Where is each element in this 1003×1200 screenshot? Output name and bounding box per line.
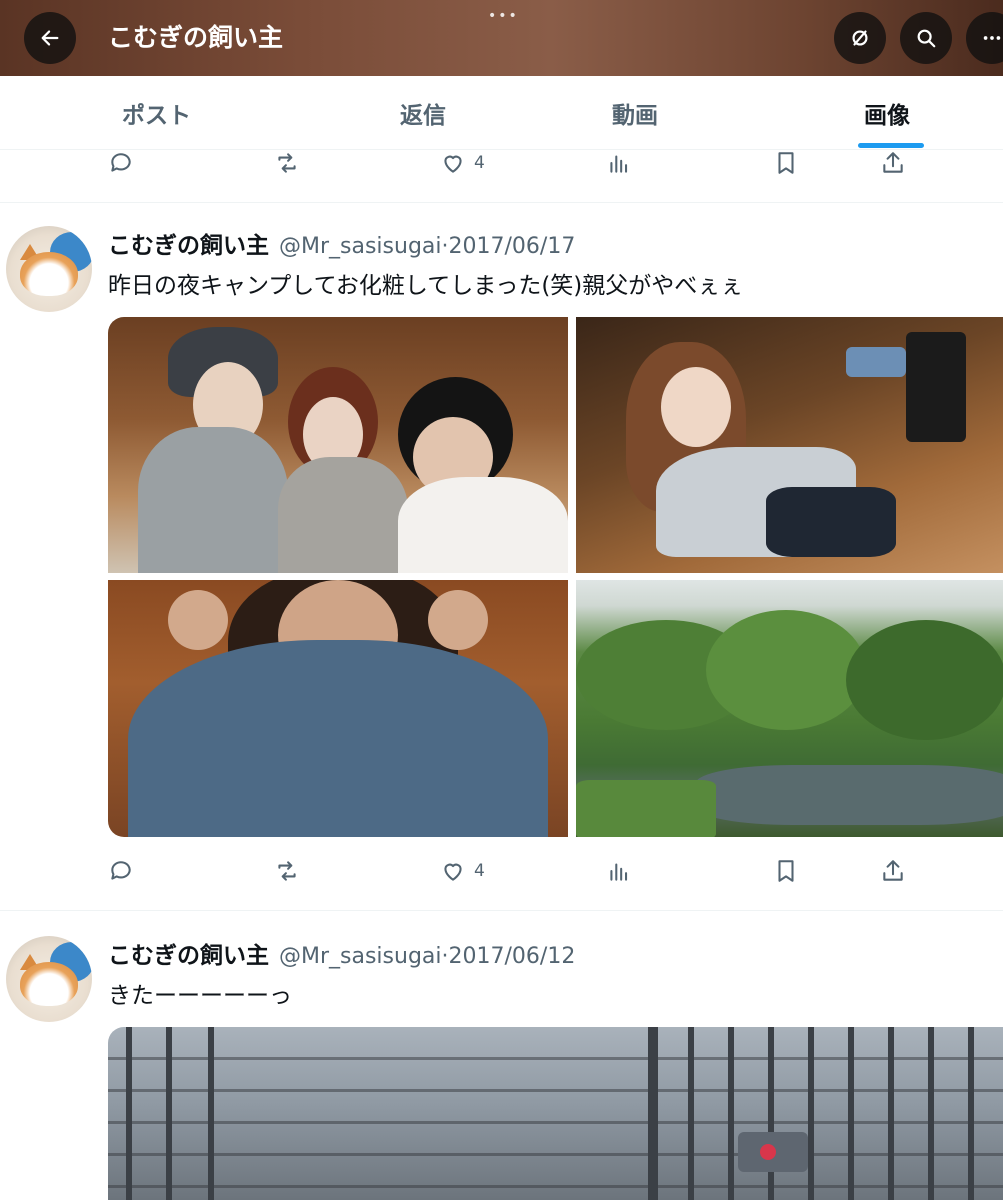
like-button[interactable]: 4 (440, 148, 485, 178)
repost-icon (278, 153, 296, 173)
profile-tabs: ポスト 返信 動画 画像 (0, 76, 1003, 150)
author-handle-line: @Mr_sasisugai·2017/06/12 (279, 944, 575, 969)
share-button[interactable] (880, 148, 906, 178)
tweet-actions: 4 (0, 856, 1003, 886)
views-button[interactable] (606, 148, 632, 178)
no-media-icon (852, 30, 868, 46)
like-count: 4 (474, 861, 485, 881)
avatar[interactable] (6, 226, 92, 312)
like-button[interactable]: 4 (440, 856, 485, 886)
tweet-text: 昨日の夜キャンプしてお化粧してしまった(笑)親父がやべぇぇ (108, 273, 744, 299)
repost-button[interactable] (274, 856, 300, 886)
repost-button[interactable] (274, 148, 300, 178)
views-chart-icon (610, 155, 628, 173)
reply-button[interactable] (108, 856, 134, 886)
tweet-actions: 4 (0, 148, 1003, 178)
arrow-left-icon (41, 30, 59, 46)
separator-dot: · (441, 944, 449, 969)
tweet-date[interactable]: 2017/06/17 (449, 234, 576, 259)
reply-icon (111, 153, 131, 172)
bookmark-icon (778, 152, 794, 174)
tab-images[interactable]: 画像 (864, 96, 910, 130)
bookmark-button[interactable] (773, 856, 799, 886)
media-photo-3[interactable] (108, 580, 568, 837)
author-handle[interactable]: @Mr_sasisugai (279, 944, 442, 969)
tab-posts[interactable]: ポスト (122, 96, 191, 130)
block-media-button[interactable] (834, 12, 886, 64)
tab-videos[interactable]: 動画 (612, 96, 658, 130)
tweet-text: きたーーーーーっ (108, 983, 292, 1009)
cat-face (20, 252, 78, 296)
like-count: 4 (474, 153, 485, 173)
share-button[interactable] (880, 856, 906, 886)
media-photo-4[interactable] (576, 580, 1003, 837)
media-photo-2[interactable] (576, 317, 1003, 573)
more-button[interactable] (966, 12, 1003, 64)
bookmark-icon (778, 860, 794, 882)
repost-icon (278, 861, 296, 881)
divider (0, 202, 1003, 203)
share-icon (883, 152, 903, 173)
author-name[interactable]: こむぎの飼い主 (108, 936, 269, 970)
views-button[interactable] (606, 856, 632, 886)
window-handle-dots[interactable]: ••• (488, 8, 519, 24)
media-photo-1[interactable] (108, 317, 568, 573)
separator-dot: · (441, 234, 449, 259)
avatar[interactable] (6, 936, 92, 1022)
media-photo-building[interactable] (108, 1027, 1003, 1200)
tweet-header: こむぎの飼い主 @Mr_sasisugai·2017/06/17 (108, 226, 575, 260)
cat-face (20, 962, 78, 1006)
divider (0, 910, 1003, 911)
share-icon (883, 860, 903, 881)
more-dots-icon (983, 36, 1001, 40)
profile-header: ••• こむぎの飼い主 (0, 0, 1003, 76)
tab-replies[interactable]: 返信 (400, 96, 446, 130)
heart-icon (444, 155, 462, 173)
heart-icon (444, 863, 462, 881)
reply-icon (111, 861, 131, 880)
search-icon (917, 29, 936, 48)
tweet-date[interactable]: 2017/06/12 (449, 944, 576, 969)
tweet-media-grid (108, 317, 1003, 837)
search-button[interactable] (900, 12, 952, 64)
views-chart-icon (610, 863, 628, 881)
profile-title: こむぎの飼い主 (108, 23, 284, 52)
author-name[interactable]: こむぎの飼い主 (108, 226, 269, 260)
author-handle-line: @Mr_sasisugai·2017/06/17 (279, 234, 575, 259)
author-handle[interactable]: @Mr_sasisugai (279, 234, 442, 259)
reply-button[interactable] (108, 148, 134, 178)
bookmark-button[interactable] (773, 148, 799, 178)
back-button[interactable] (24, 12, 76, 64)
tweet-header: こむぎの飼い主 @Mr_sasisugai·2017/06/12 (108, 936, 575, 970)
